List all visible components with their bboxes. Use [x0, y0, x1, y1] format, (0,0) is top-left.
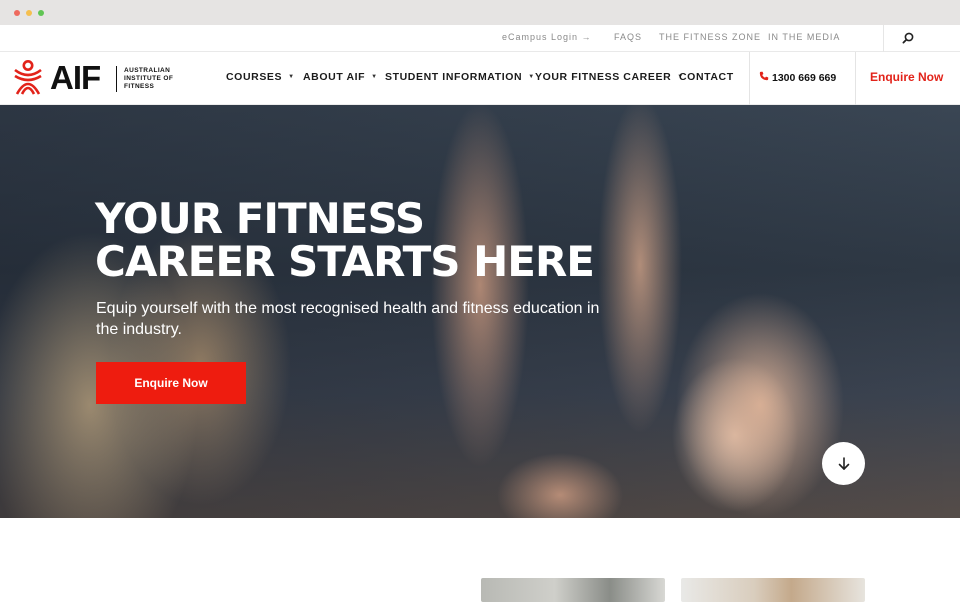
in-the-media-link[interactable]: IN THE MEDIA [768, 32, 840, 42]
window-maximize-dot[interactable] [38, 10, 44, 16]
hero-title: YOUR FITNESS CAREER STARTS HERE [95, 197, 655, 283]
nav-item-label: COURSES [226, 71, 283, 83]
utility-bar: eCampus Login → FAQS THE FITNESS ZONE IN… [0, 25, 960, 52]
caret-down-icon: ▼ [528, 74, 535, 80]
nav-item-label: YOUR FITNESS CAREER [535, 71, 672, 83]
nav-item-label: CONTACT [679, 71, 734, 83]
nav-divider [749, 52, 750, 105]
search-icon[interactable] [901, 31, 915, 45]
logo-subtitle-line: FITNESS [124, 83, 155, 90]
nav-item-student-information[interactable]: STUDENT INFORMATION ▼ [385, 71, 535, 83]
hero-title-line: YOUR FITNESS [95, 194, 425, 243]
scroll-down-button[interactable] [822, 442, 865, 485]
nav-divider [855, 52, 856, 105]
hero-banner: YOUR FITNESS CAREER STARTS HERE Equip yo… [0, 105, 960, 518]
faqs-link[interactable]: FAQS [614, 32, 642, 42]
fitness-zone-link[interactable]: THE FITNESS ZONE [659, 32, 761, 42]
main-navigation: AIF AUSTRALIAN INSTITUTE OF FITNESS COUR… [0, 52, 960, 105]
hero-title-line: CAREER STARTS HERE [95, 237, 595, 286]
utility-divider [883, 25, 884, 52]
nav-item-label: STUDENT INFORMATION [385, 71, 523, 83]
browser-chrome [0, 0, 960, 25]
logo-subtitle-line: INSTITUTE OF [124, 75, 174, 82]
logo-divider [116, 66, 117, 92]
course-card-image[interactable] [481, 578, 665, 602]
phone-number: 1300 669 669 [772, 72, 837, 84]
caret-down-icon: ▼ [288, 74, 295, 80]
enquire-now-hero-button[interactable]: Enquire Now [96, 362, 246, 404]
arrow-down-icon [838, 456, 849, 470]
ecampus-login-link[interactable]: eCampus Login → [502, 32, 592, 42]
nav-item-about-aif[interactable]: ABOUT AIF ▼ [303, 71, 378, 83]
nav-item-label: ABOUT AIF [303, 71, 366, 83]
window-close-dot[interactable] [14, 10, 20, 16]
logo-subtitle: AUSTRALIAN INSTITUTE OF FITNESS [124, 67, 184, 91]
phone-icon [759, 71, 769, 84]
logo-wordmark: AIF [50, 59, 101, 96]
window-minimize-dot[interactable] [26, 10, 32, 16]
nav-item-contact[interactable]: CONTACT [679, 71, 734, 83]
logo-subtitle-line: AUSTRALIAN [124, 67, 171, 74]
enquire-now-header-button[interactable]: Enquire Now [870, 70, 943, 84]
nav-item-courses[interactable]: COURSES ▼ [226, 71, 295, 83]
aif-logo-icon [14, 60, 42, 95]
caret-down-icon: ▼ [371, 74, 378, 80]
phone-link[interactable]: 1300 669 669 [759, 71, 836, 84]
nav-item-your-fitness-career[interactable]: YOUR FITNESS CAREER ▼ [535, 71, 684, 83]
course-card-image[interactable] [681, 578, 865, 602]
hero-subtitle: Equip yourself with the most recognised … [96, 300, 600, 338]
aif-logo[interactable]: AIF AUSTRALIAN INSTITUTE OF FITNESS [12, 60, 182, 98]
